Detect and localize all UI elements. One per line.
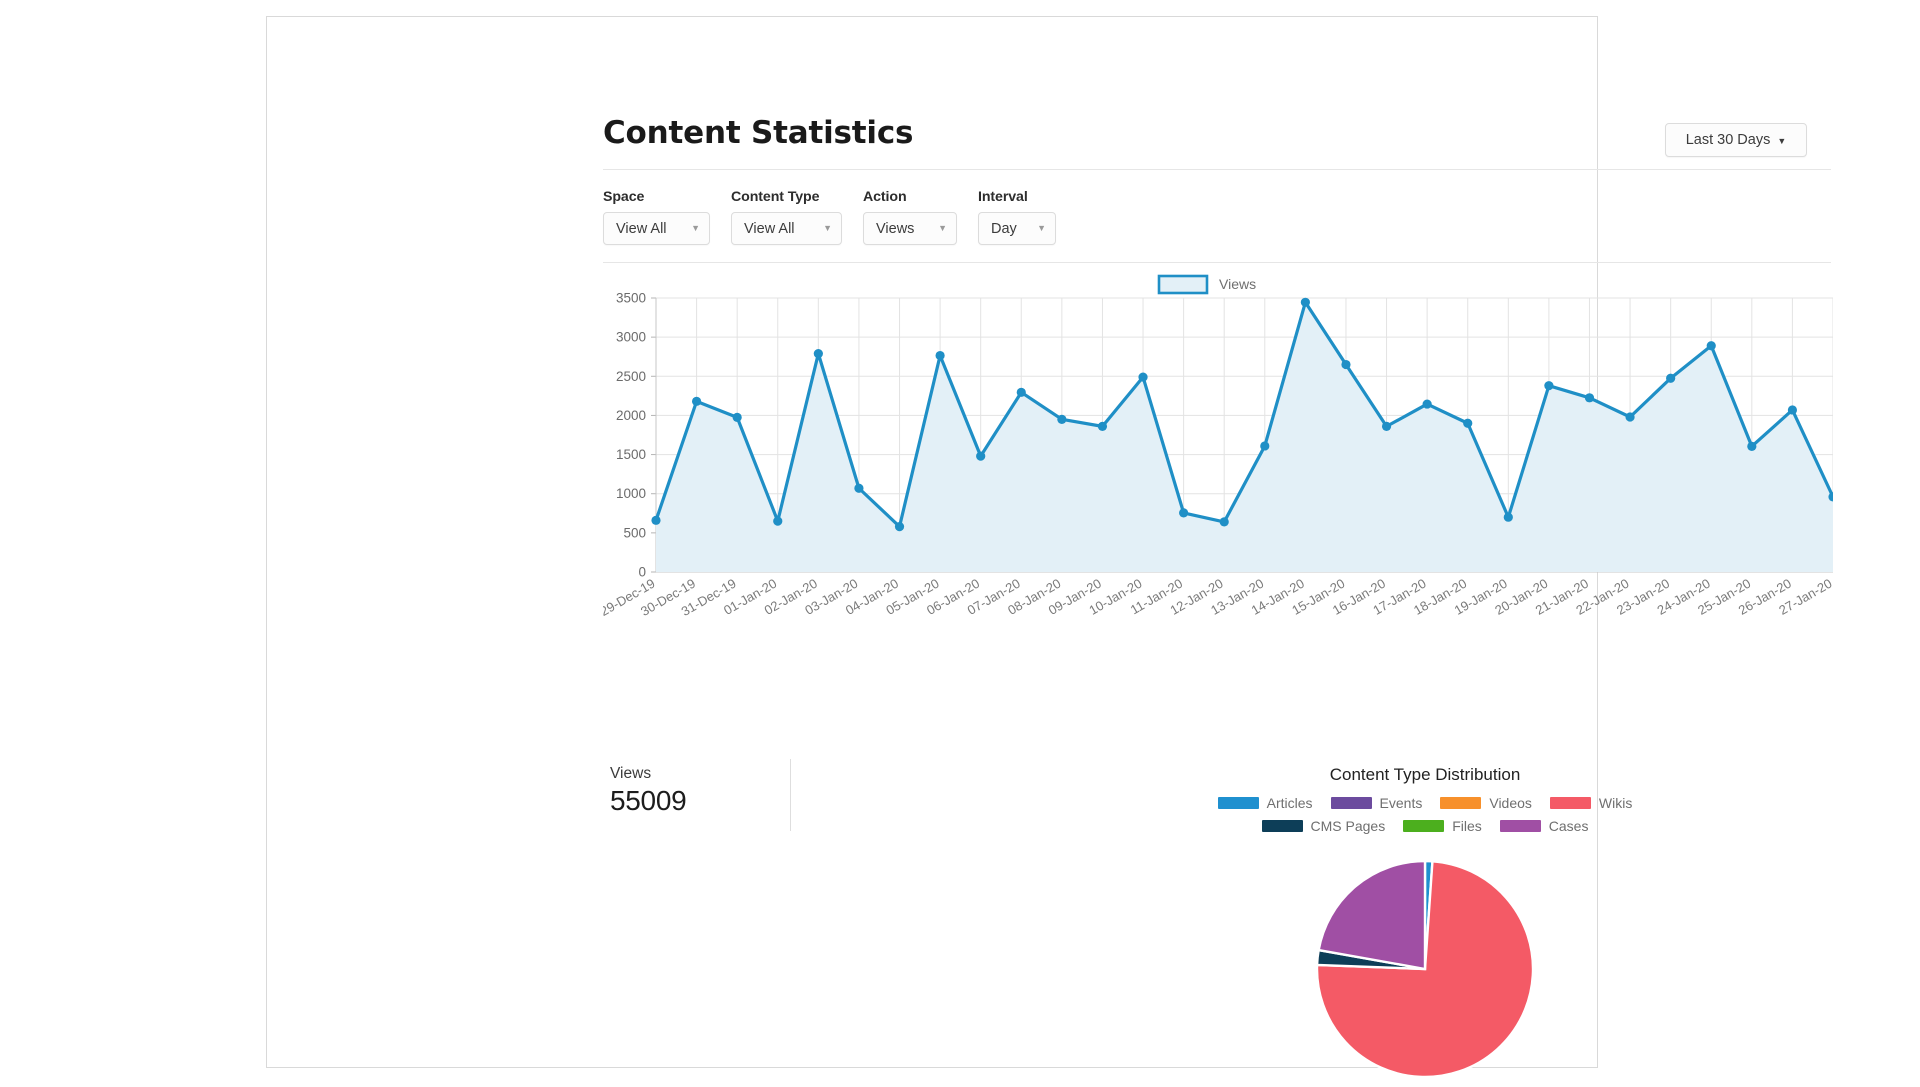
svg-text:0: 0 — [638, 565, 646, 580]
pie-legend-item-wikis[interactable]: Wikis — [1550, 795, 1632, 811]
svg-text:2500: 2500 — [616, 369, 646, 384]
chevron-down-icon: ▼ — [1037, 224, 1046, 233]
color-swatch-icon — [1262, 820, 1303, 832]
color-swatch-icon — [1218, 797, 1259, 809]
views-line-chart[interactable]: 050010001500200025003000350029-Dec-1930-… — [603, 272, 1833, 692]
filter-content-type-label: Content Type — [731, 189, 842, 205]
svg-text:3000: 3000 — [616, 330, 646, 345]
chevron-down-icon: ▼ — [1777, 137, 1786, 146]
filter-content-type: Content Type View All ▼ — [731, 189, 842, 245]
filter-interval-value: Day — [991, 221, 1021, 237]
filter-interval: Interval Day ▼ — [978, 189, 1056, 245]
views-stat: Views 55009 — [610, 765, 686, 817]
svg-text:Views: Views — [1219, 276, 1256, 292]
content-type-pie-chart[interactable] — [1295, 857, 1555, 1087]
views-stat-label: Views — [610, 765, 686, 783]
filter-space-value: View All — [616, 221, 675, 237]
pie-chart-legend: ArticlesEventsVideosWikisCMS PagesFilesC… — [1210, 795, 1640, 834]
color-swatch-icon — [1550, 797, 1591, 809]
color-swatch-icon — [1500, 820, 1541, 832]
chevron-down-icon: ▼ — [823, 224, 832, 233]
date-range-button[interactable]: Last 30 Days ▼ — [1665, 123, 1807, 157]
filter-space-label: Space — [603, 189, 710, 205]
color-swatch-icon — [1331, 797, 1372, 809]
svg-text:1000: 1000 — [616, 486, 646, 501]
chevron-down-icon: ▼ — [938, 224, 947, 233]
content-statistics-panel: Content Statistics Last 30 Days ▼ Space … — [266, 16, 1598, 1068]
svg-text:500: 500 — [623, 525, 646, 540]
color-swatch-icon — [1440, 797, 1481, 809]
chevron-down-icon: ▼ — [691, 224, 700, 233]
pie-legend-label: Articles — [1267, 795, 1313, 811]
pie-legend-item-cms-pages[interactable]: CMS Pages — [1262, 818, 1386, 834]
filter-space: Space View All ▼ — [603, 189, 710, 245]
filter-interval-label: Interval — [978, 189, 1056, 205]
page-root: Content Statistics Last 30 Days ▼ Space … — [0, 0, 1920, 1080]
pie-legend-label: Events — [1380, 795, 1423, 811]
filter-content-type-select[interactable]: View All ▼ — [731, 212, 842, 245]
filters-divider — [603, 262, 1831, 263]
pie-legend-item-events[interactable]: Events — [1331, 795, 1423, 811]
pie-legend-row: Articles Events Videos Wikis — [1210, 795, 1640, 811]
filter-bar: Space View All ▼ Content Type View All ▼… — [603, 189, 1077, 245]
pie-legend-item-articles[interactable]: Articles — [1218, 795, 1313, 811]
filter-space-select[interactable]: View All ▼ — [603, 212, 710, 245]
filter-action-value: Views — [876, 221, 922, 237]
pie-legend-item-files[interactable]: Files — [1403, 818, 1482, 834]
stat-divider — [790, 759, 791, 831]
pie-legend-label: Videos — [1489, 795, 1532, 811]
color-swatch-icon — [1403, 820, 1444, 832]
pie-legend-label: CMS Pages — [1311, 818, 1386, 834]
pie-legend-label: Files — [1452, 818, 1482, 834]
pie-legend-label: Wikis — [1599, 795, 1632, 811]
header-divider — [603, 169, 1831, 170]
filter-action: Action Views ▼ — [863, 189, 957, 245]
date-range-label: Last 30 Days — [1686, 132, 1771, 148]
pie-legend-item-cases[interactable]: Cases — [1500, 818, 1589, 834]
pie-legend-row: CMS Pages Files Cases — [1210, 818, 1640, 834]
filter-action-select[interactable]: Views ▼ — [863, 212, 957, 245]
pie-legend-label: Cases — [1549, 818, 1589, 834]
filter-content-type-value: View All — [744, 221, 807, 237]
svg-text:2000: 2000 — [616, 408, 646, 423]
pie-chart-title: Content Type Distribution — [1330, 765, 1521, 785]
page-title: Content Statistics — [603, 115, 913, 151]
filter-interval-select[interactable]: Day ▼ — [978, 212, 1056, 245]
filter-action-label: Action — [863, 189, 957, 205]
svg-text:3500: 3500 — [616, 291, 646, 306]
pie-legend-item-videos[interactable]: Videos — [1440, 795, 1532, 811]
svg-text:1500: 1500 — [616, 447, 646, 462]
views-stat-value: 55009 — [610, 785, 686, 817]
